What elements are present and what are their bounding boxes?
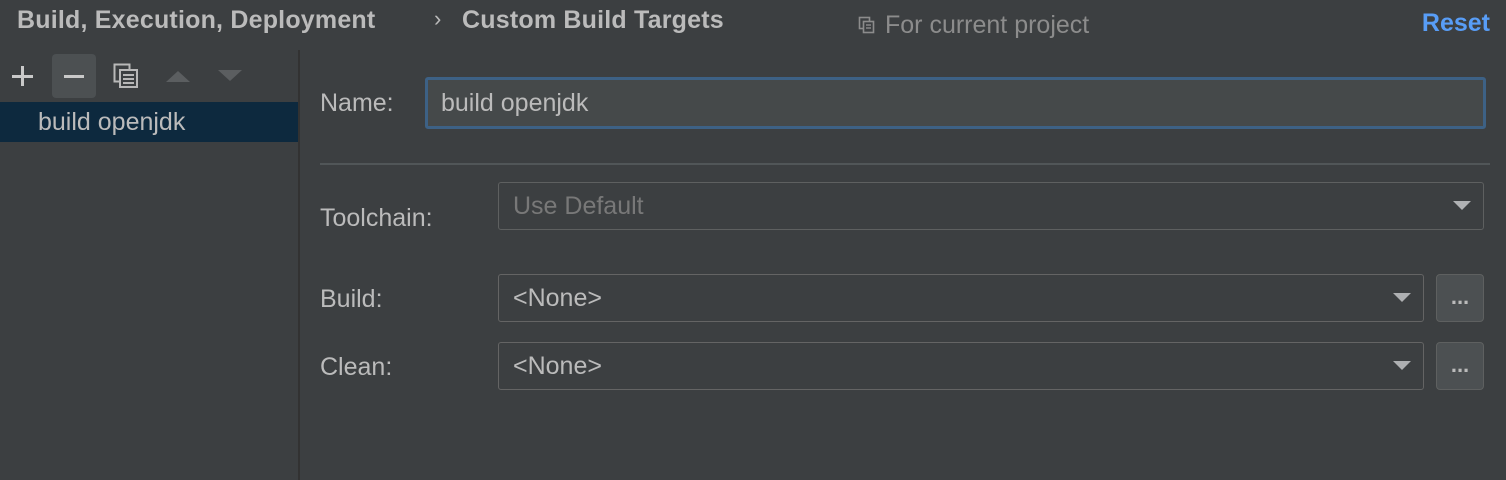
move-down-button[interactable] xyxy=(208,54,252,98)
panel-divider[interactable] xyxy=(298,50,300,480)
clean-label: Clean: xyxy=(320,353,393,381)
build-browse-button[interactable]: ... xyxy=(1436,274,1484,322)
remove-target-button[interactable] xyxy=(52,54,96,98)
copy-target-button[interactable] xyxy=(104,54,148,98)
scope-label: For current project xyxy=(885,10,1090,39)
minus-icon xyxy=(64,75,84,78)
separator xyxy=(320,163,1490,165)
chevron-down-icon xyxy=(1393,293,1411,302)
reset-link[interactable]: Reset xyxy=(1422,9,1490,38)
arrow-down-icon xyxy=(218,70,242,81)
scope-indicator: For current project xyxy=(857,9,1089,41)
name-input[interactable]: build openjdk xyxy=(425,77,1486,129)
copy-icon xyxy=(113,63,138,88)
breadcrumb-parent[interactable]: Build, Execution, Deployment xyxy=(17,6,375,35)
clean-select[interactable]: <None> xyxy=(498,342,1424,390)
toolchain-label: Toolchain: xyxy=(320,204,433,232)
arrow-up-icon xyxy=(166,71,190,82)
breadcrumb-separator-icon: › xyxy=(434,6,442,31)
targets-panel: build openjdk xyxy=(0,50,298,480)
move-up-button[interactable] xyxy=(156,54,200,98)
toolchain-value: Use Default xyxy=(513,191,644,220)
add-target-button[interactable] xyxy=(0,54,44,98)
target-list-item[interactable]: build openjdk xyxy=(0,102,298,142)
build-select[interactable]: <None> xyxy=(498,274,1424,322)
chevron-down-icon xyxy=(1393,361,1411,370)
toolchain-select[interactable]: Use Default xyxy=(498,182,1484,230)
clean-value: <None> xyxy=(513,351,602,380)
plus-icon xyxy=(12,66,33,86)
copy-scope-icon xyxy=(858,16,875,34)
header: Build, Execution, Deployment › Custom Bu… xyxy=(0,0,1506,50)
name-label: Name: xyxy=(320,89,394,117)
chevron-down-icon xyxy=(1453,201,1471,210)
build-value: <None> xyxy=(513,283,602,312)
page-title: Custom Build Targets xyxy=(462,6,724,34)
build-label: Build: xyxy=(320,285,383,313)
clean-browse-button[interactable]: ... xyxy=(1436,342,1484,390)
